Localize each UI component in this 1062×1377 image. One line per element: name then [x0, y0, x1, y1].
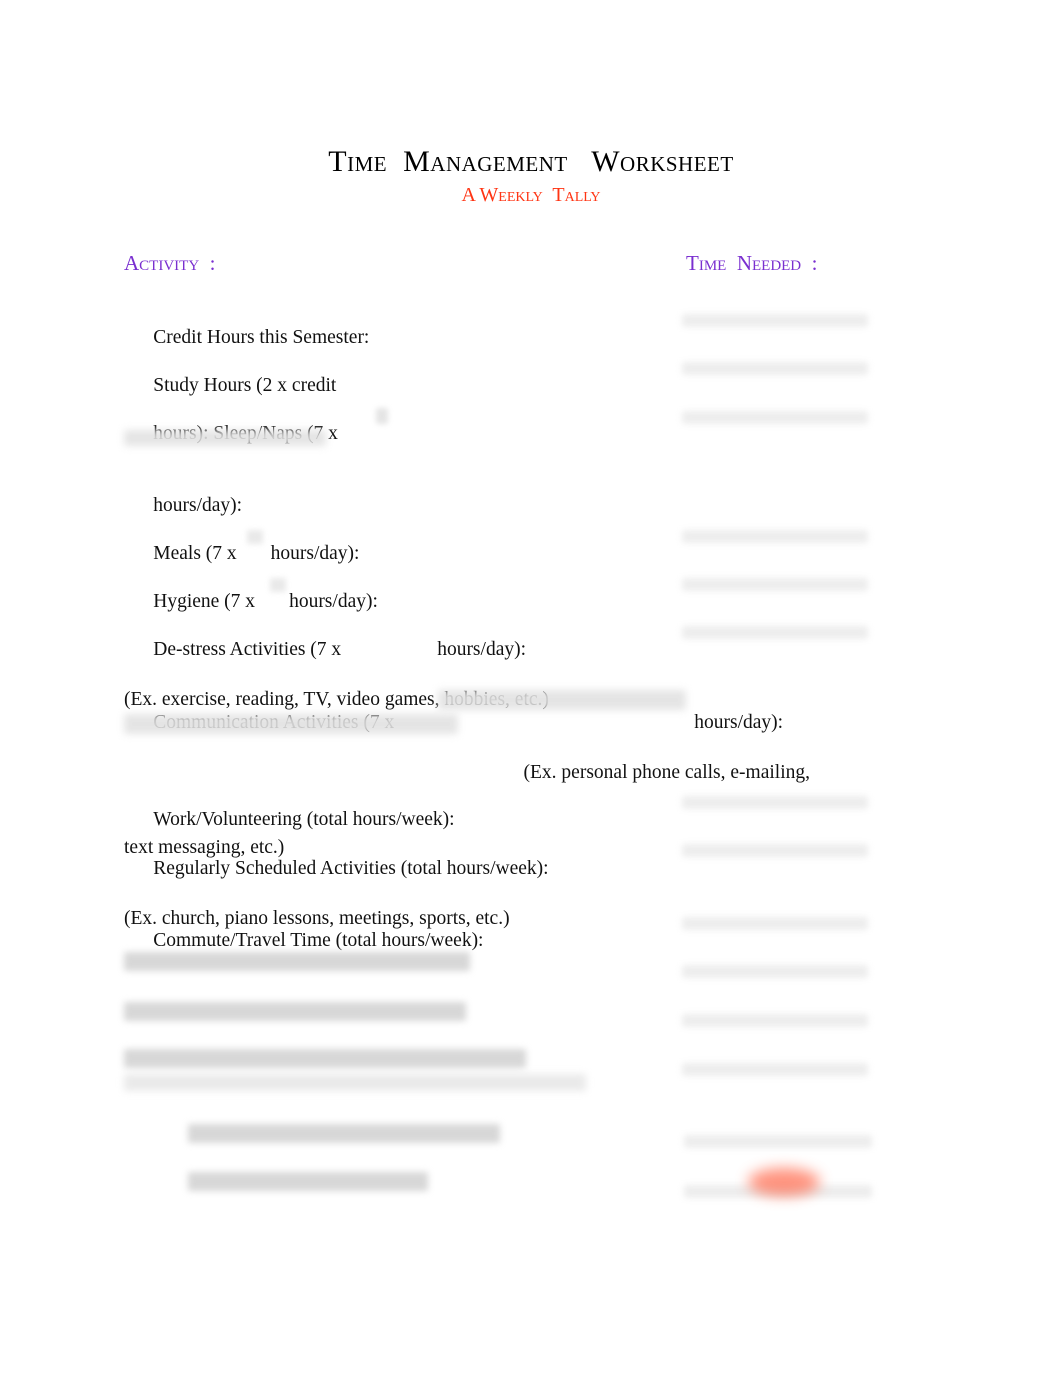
redacted-total-hours-needed-label [188, 1124, 500, 1143]
row-label-before: Meals (7 x [153, 543, 237, 564]
redacted-sleep-naps-inline-value [376, 408, 388, 424]
redacted-hours-in-week-label [188, 1172, 428, 1191]
redacted-communication-inline-value [438, 690, 686, 710]
redacted-sleep-naps-continuation [124, 430, 326, 446]
worksheet-page: Time Management Worksheet A Weekly Tally… [0, 0, 1062, 1377]
redacted-hygiene-inline-value [270, 578, 286, 592]
answer-blank-credit-hours[interactable] [682, 314, 868, 327]
answer-blank-sleep-naps[interactable] [682, 411, 868, 424]
row-label: Credit Hours this Semester: [153, 327, 370, 348]
row-label-after: hours/day): [289, 591, 378, 612]
redacted-communication-note-lead [124, 714, 458, 734]
answer-blank-redacted-row-1[interactable] [682, 965, 868, 978]
redacted-row-1-text [124, 952, 470, 971]
row-label-after: hours/day): [437, 639, 527, 660]
answer-blank-regularly-scheduled[interactable] [682, 844, 868, 857]
redacted-row-3-text [124, 1049, 526, 1068]
answer-blank-redacted-row-3[interactable] [682, 1063, 868, 1076]
redacted-meals-inline-value [247, 530, 263, 544]
row-label-before: Hygiene (7 x [153, 591, 256, 612]
answer-blank-commute-travel[interactable] [682, 917, 868, 930]
row-label-before: De-stress Activities (7 x [153, 639, 342, 660]
answer-blank-redacted-row-2[interactable] [682, 1014, 868, 1027]
answer-blank-hygiene[interactable] [682, 578, 868, 591]
answer-blank-work-volunteering[interactable] [682, 796, 868, 809]
row-label-after: hours/day): [694, 712, 784, 733]
answer-blank-study-hours[interactable] [682, 362, 868, 375]
row-label: Study Hours (2 x credit [153, 375, 337, 396]
answer-blank-de-stress[interactable] [682, 626, 868, 639]
row-label: Work/Volunteering (total hours/week): [153, 809, 455, 830]
answer-blank-meals[interactable] [682, 530, 868, 543]
row-label-after: hours/day): [270, 543, 360, 564]
redacted-hours-in-week-value-highlight [748, 1168, 820, 1196]
redacted-row-3-note [124, 1074, 586, 1091]
activity-rows: Credit Hours this Semester: Study Hours … [0, 0, 1062, 1377]
redacted-row-2-text [124, 1002, 466, 1021]
row-label: Regularly Scheduled Activities (total ho… [153, 858, 549, 879]
row-label: Commute/Travel Time (total hours/week): [153, 930, 484, 951]
row-label: hours/day): [153, 495, 243, 516]
answer-blank-total-hours-needed[interactable] [684, 1135, 872, 1148]
